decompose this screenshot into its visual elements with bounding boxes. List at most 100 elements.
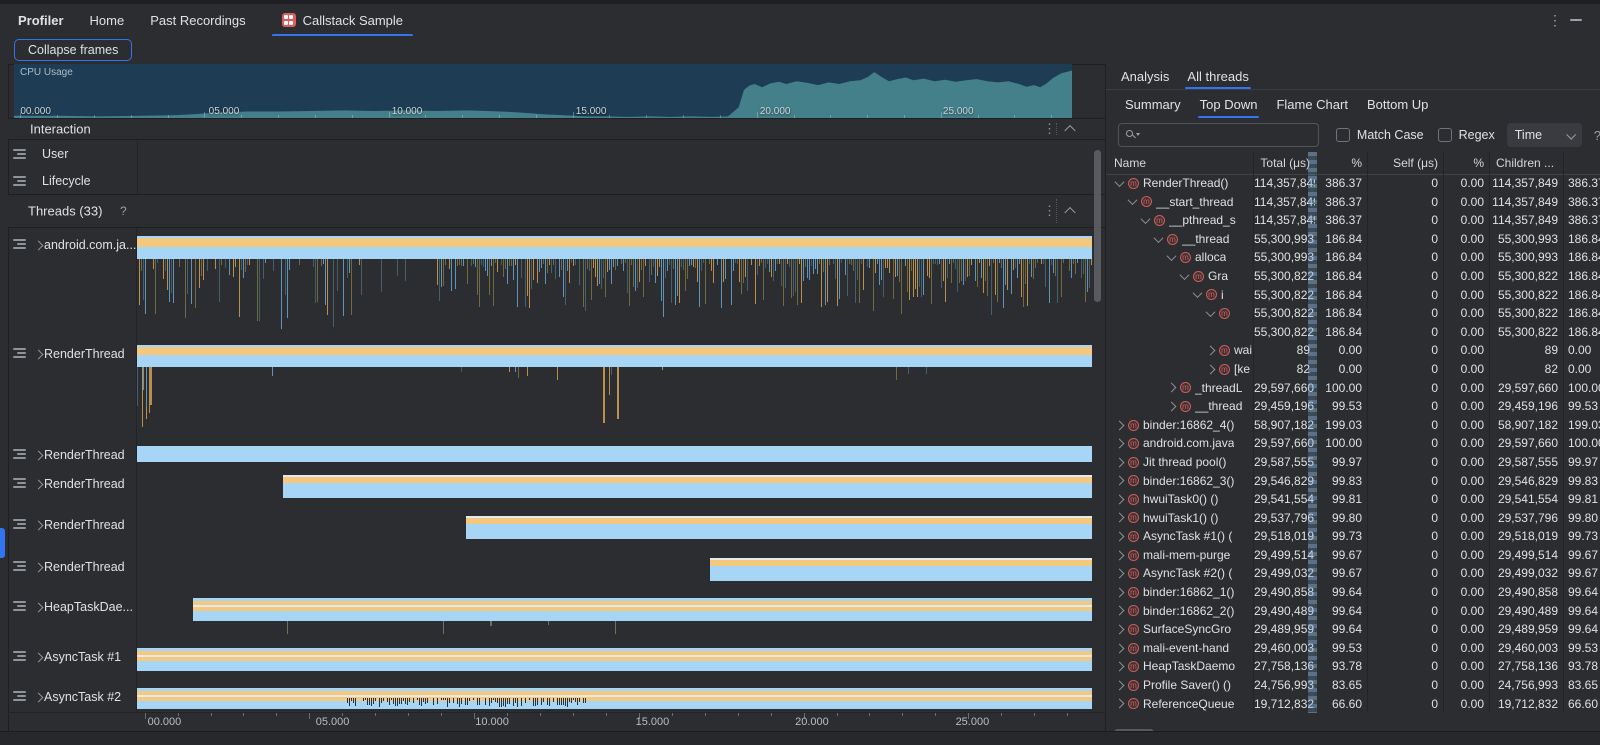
table-header[interactable]: NameTotal (μs)%Self (μs)%Children ... (1106, 152, 1600, 175)
search-input[interactable] (1145, 127, 1318, 143)
thread-row[interactable]: RenderThread (8, 552, 1105, 594)
table-row[interactable]: m Jit thread pool() 29,587,555 99.97 0 0… (1106, 453, 1600, 472)
table-row[interactable]: m hwuiTask1() () 29,537,796 99.80 0 0.00… (1106, 509, 1600, 528)
table-row[interactable]: m _threadL 29,597,660 100.00 0 0.00 29,5… (1106, 379, 1600, 398)
track-handle-icon[interactable] (13, 347, 27, 358)
chevron-right-icon[interactable] (34, 653, 44, 663)
tree-expand-icon[interactable] (1115, 606, 1125, 616)
table-row[interactable]: m ReferenceQueue 19,712,832 66.60 0 0.00… (1106, 695, 1600, 713)
thread-track[interactable] (137, 468, 1092, 510)
match-case-checkbox[interactable] (1336, 128, 1350, 142)
tree-expand-icon[interactable] (1167, 401, 1177, 411)
table-row[interactable]: m 55,300,822 186.84 0 0.00 55,300,822 18… (1106, 304, 1600, 323)
tree-expand-icon[interactable] (1115, 699, 1125, 709)
thread-row-header[interactable]: RenderThread (8, 510, 137, 552)
table-row[interactable]: m __thread 29,459,196 99.53 0 0.00 29,45… (1106, 397, 1600, 416)
interaction-row[interactable]: Lifecycle (8, 167, 1105, 194)
search-icon[interactable] (1126, 129, 1140, 141)
thread-row-header[interactable]: android.com.ja... (8, 228, 137, 340)
chevron-right-icon[interactable] (34, 451, 44, 461)
chevron-right-icon[interactable] (34, 563, 44, 573)
interaction-row[interactable]: User (8, 140, 1105, 167)
table-row[interactable]: m binder:16862_3() 29,546,829 99.83 0 0.… (1106, 472, 1600, 491)
thread-row-header[interactable]: RenderThread (8, 340, 137, 440)
tab-home[interactable]: Home (90, 13, 125, 28)
table-row[interactable]: m __thread 55,300,993 186.84 0 0.00 55,3… (1106, 230, 1600, 249)
tree-expand-icon[interactable] (1206, 307, 1216, 317)
table-row[interactable]: m binder:16862_4() 58,907,182 199.03 0 0… (1106, 416, 1600, 435)
tree-expand-icon[interactable] (1128, 196, 1138, 206)
collapse-frames-button[interactable]: Collapse frames (14, 39, 132, 61)
search-field[interactable] (1118, 123, 1319, 147)
threads-section-header[interactable]: Threads (33) ? ⋮ (8, 194, 1105, 228)
kebab-menu-icon[interactable]: ⋮ (1548, 4, 1562, 36)
help-icon[interactable]: ? (120, 204, 127, 218)
thread-row[interactable]: RenderThread (8, 468, 1105, 510)
tree-expand-icon[interactable] (1115, 662, 1125, 672)
tree-expand-icon[interactable] (1206, 364, 1216, 374)
thread-row-header[interactable]: RenderThread (8, 440, 137, 468)
chevron-right-icon[interactable] (34, 603, 44, 613)
tree-expand-icon[interactable] (1206, 346, 1216, 356)
help-icon[interactable]: ? (1594, 128, 1600, 143)
table-row[interactable]: m alloca 55,300,993 186.84 0 0.00 55,300… (1106, 248, 1600, 267)
thread-row-header[interactable]: RenderThread (8, 552, 137, 594)
tab-flame-chart[interactable]: Flame Chart (1274, 90, 1350, 118)
track-handle-icon[interactable] (13, 600, 27, 611)
tab-past-recordings[interactable]: Past Recordings (150, 13, 245, 28)
thread-row-header[interactable]: RenderThread (8, 468, 137, 510)
tree-expand-icon[interactable] (1115, 569, 1125, 579)
collapse-section-icon[interactable] (1064, 207, 1075, 218)
thread-track[interactable] (137, 636, 1092, 682)
thread-track[interactable] (137, 594, 1092, 636)
table-row[interactable]: m mali-event-hand 29,460,003 99.53 0 0.0… (1106, 639, 1600, 658)
table-row[interactable]: m [ke 82 0.00 0 0.00 82 0.00 (1106, 360, 1600, 379)
table-row[interactable]: m wai 89 0.00 0 0.00 89 0.00 (1106, 341, 1600, 360)
tab-summary[interactable]: Summary (1123, 90, 1183, 118)
filter-dropdown[interactable]: Time (1507, 123, 1582, 147)
thread-row[interactable]: RenderThread (8, 340, 1105, 440)
tree-expand-icon[interactable] (1193, 288, 1203, 298)
tree-expand-icon[interactable] (1141, 214, 1151, 224)
tree-expand-icon[interactable] (1115, 177, 1125, 187)
active-tool-indicator[interactable] (0, 528, 5, 558)
tree-expand-icon[interactable] (1115, 550, 1125, 560)
column-header--[interactable]: % (1443, 152, 1489, 174)
table-row[interactable]: m binder:16862_2() 29,490,489 99.64 0 0.… (1106, 602, 1600, 621)
table-row[interactable]: m __pthread_s 114,357,849 386.37 0 0.00 … (1106, 211, 1600, 230)
column-header-children-[interactable]: Children ... (1489, 152, 1563, 174)
tree-expand-icon[interactable] (1115, 494, 1125, 504)
chevron-right-icon[interactable] (34, 693, 44, 703)
chevron-right-icon[interactable] (34, 480, 44, 490)
tab-callstack-sample[interactable]: Callstack Sample (272, 4, 413, 36)
thread-track[interactable] (137, 682, 1092, 712)
table-row[interactable]: m i 55,300,822 186.84 0 0.00 55,300,822 … (1106, 286, 1600, 305)
table-row[interactable]: m HeapTaskDaemo 27,758,136 93.78 0 0.00 … (1106, 657, 1600, 676)
thread-row[interactable]: RenderThread (8, 440, 1105, 468)
chevron-right-icon[interactable] (34, 350, 44, 360)
column-header-name[interactable]: Name (1106, 152, 1253, 174)
tab-all-threads[interactable]: All threads (1185, 64, 1250, 89)
tree-expand-icon[interactable] (1115, 625, 1125, 635)
thread-row[interactable]: RenderThread (8, 510, 1105, 552)
section-menu-icon[interactable]: ⋮ (1043, 203, 1056, 219)
thread-row-header[interactable]: AsyncTask #2 (8, 682, 137, 712)
track-handle-icon[interactable] (13, 560, 27, 571)
table-row[interactable]: m AsyncTask #2() ( 29,499,032 99.67 0 0.… (1106, 564, 1600, 583)
thread-row[interactable]: android.com.ja... (8, 228, 1105, 340)
column-header-total-s-[interactable]: Total (μs) (1253, 152, 1315, 174)
table-row[interactable]: m AsyncTask #1() ( 29,518,019 99.73 0 0.… (1106, 527, 1600, 546)
thread-track[interactable] (137, 510, 1092, 552)
tree-expand-icon[interactable] (1115, 476, 1125, 486)
tree-expand-icon[interactable] (1154, 233, 1164, 243)
table-row[interactable]: m Profile Saver() () 24,756,993 83.65 0 … (1106, 676, 1600, 695)
thread-track[interactable] (137, 340, 1092, 440)
tree-expand-icon[interactable] (1115, 587, 1125, 597)
cpu-usage-chart[interactable]: CPU Usage 00.00005.00010.00015.00020.000… (14, 64, 1072, 118)
minimize-icon[interactable] (1570, 19, 1582, 21)
tab-top-down[interactable]: Top Down (1198, 90, 1260, 118)
track-handle-icon[interactable] (13, 148, 27, 159)
table-row[interactable]: m android.com.java 29,597,660 100.00 0 0… (1106, 434, 1600, 453)
track-handle-icon[interactable] (13, 518, 27, 529)
thread-row[interactable]: HeapTaskDae... (8, 594, 1105, 636)
